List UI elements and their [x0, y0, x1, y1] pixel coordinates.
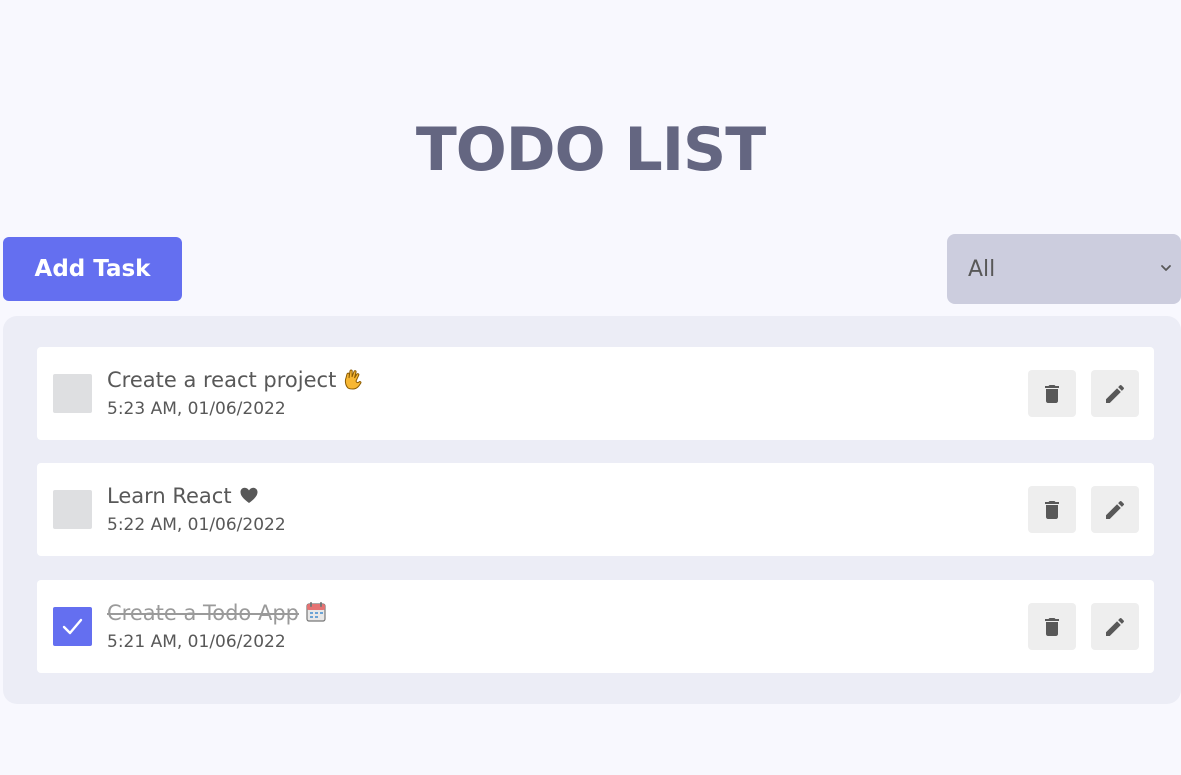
pencil-icon: [1106, 500, 1125, 519]
delete-button[interactable]: [1028, 486, 1076, 533]
vulcan-salute-icon: [345, 369, 362, 390]
todo-timestamp: 5:23 AM, 01/06/2022: [107, 399, 286, 419]
pencil-icon: [1106, 384, 1125, 403]
status-filter-select[interactable]: All: [947, 234, 1181, 304]
calendar-icon: [306, 602, 326, 622]
trash-icon: [1045, 618, 1059, 636]
pencil-icon: [1106, 617, 1125, 636]
edit-button[interactable]: [1091, 486, 1139, 533]
page-title: TODO LIST: [415, 115, 766, 185]
todo-checkbox[interactable]: [53, 490, 92, 529]
delete-button[interactable]: [1028, 603, 1076, 650]
todo-item: Learn React 5:22 AM, 01/06/2022: [37, 463, 1154, 556]
trash-icon: [1045, 501, 1059, 519]
heart-icon: [240, 487, 258, 503]
delete-button[interactable]: [1028, 370, 1076, 417]
todo-item: Create a react project 5:23 AM, 01/06/20…: [37, 347, 1154, 440]
edit-button[interactable]: [1091, 370, 1139, 417]
todo-list-panel: Create a react project 5:23 AM, 01/06/20…: [3, 316, 1181, 704]
todo-title: Create a Todo App: [107, 600, 327, 626]
chevron-down-icon: [1161, 265, 1171, 271]
add-task-button[interactable]: Add Task: [3, 237, 182, 301]
todo-title: Create a react project: [107, 367, 364, 393]
checkmark-icon: [62, 618, 83, 635]
todo-checkbox[interactable]: [53, 374, 92, 413]
todo-timestamp: 5:21 AM, 01/06/2022: [107, 632, 286, 652]
trash-icon: [1045, 385, 1059, 403]
filter-selected-value: All: [968, 256, 996, 282]
todo-checkbox[interactable]: [53, 607, 92, 646]
edit-button[interactable]: [1091, 603, 1139, 650]
todo-item: Create a Todo App 5:21 AM, 01/06/2022: [37, 580, 1154, 673]
todo-title: Learn React: [107, 483, 260, 509]
todo-timestamp: 5:22 AM, 01/06/2022: [107, 515, 286, 535]
